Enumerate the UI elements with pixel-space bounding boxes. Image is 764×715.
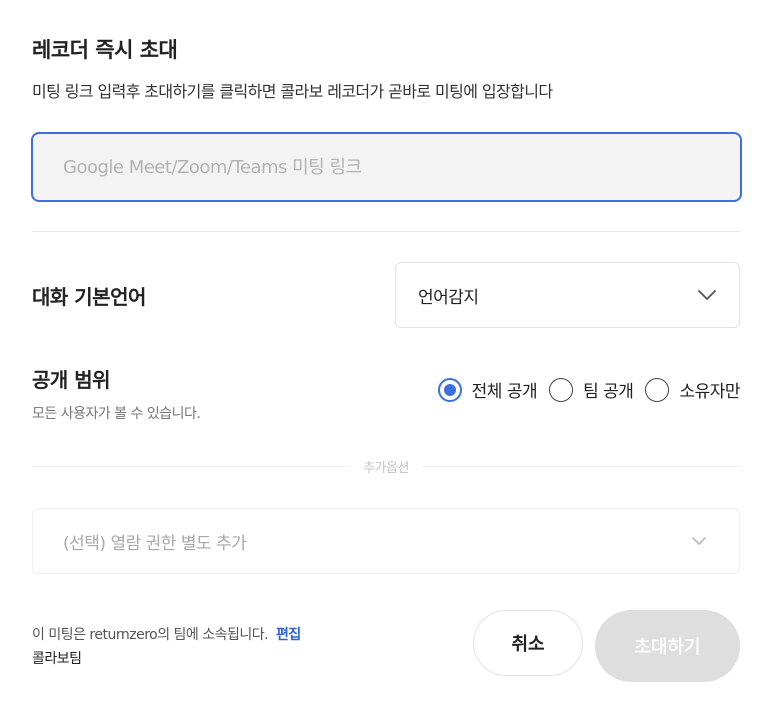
visibility-description: 모든 사용자가 볼 수 있습니다.: [32, 406, 201, 422]
dialog-subtitle: 미팅 링크 입력후 초대하기를 클릭하면 콜라보 레코더가 곧바로 미팅에 입장…: [32, 82, 553, 101]
team-note: 이 미팅은 returnzero의 팀에 소속됩니다. 편집: [32, 624, 301, 644]
team-name: 콜라보팀: [32, 651, 82, 667]
visibility-option-team[interactable]: 팀 공개: [549, 377, 634, 402]
radio-button[interactable]: [645, 377, 670, 402]
visibility-option-all[interactable]: 전체 공개: [437, 377, 538, 402]
radio-button[interactable]: [549, 377, 574, 402]
language-select[interactable]: 언어감지: [395, 262, 740, 328]
additional-options-label: 추가옵션: [363, 460, 409, 476]
meeting-link-input[interactable]: [31, 132, 742, 202]
chevron-down-icon: [697, 285, 717, 305]
team-note-text: 이 미팅은 returnzero의 팀에 소속됩니다.: [32, 627, 269, 643]
invite-button[interactable]: 초대하기: [595, 610, 740, 682]
divider-line: [32, 465, 350, 467]
additional-options-divider: 추가옵션: [32, 456, 740, 476]
cancel-button[interactable]: 취소: [473, 610, 583, 676]
permission-select[interactable]: (선택) 열람 권한 별도 추가: [32, 508, 740, 574]
language-selected-value: 언어감지: [418, 287, 479, 308]
visibility-option-label: 팀 공개: [583, 382, 634, 402]
edit-team-link[interactable]: 편집: [276, 627, 301, 643]
dialog-title: 레코더 즉시 초대: [32, 38, 178, 62]
divider-line: [422, 465, 740, 467]
language-label: 대화 기본언어: [32, 285, 146, 309]
section-divider: [32, 231, 740, 232]
radio-button-selected[interactable]: [437, 377, 462, 402]
visibility-label: 공개 범위: [32, 368, 111, 392]
visibility-option-owner[interactable]: 소유자만: [645, 377, 740, 402]
chevron-down-icon: [689, 531, 709, 551]
visibility-radio-group: 전체 공개 팀 공개 소유자만: [426, 377, 740, 402]
permission-placeholder: (선택) 열람 권한 별도 추가: [63, 533, 247, 554]
visibility-option-label: 전체 공개: [471, 382, 538, 402]
visibility-option-label: 소유자만: [679, 382, 740, 402]
